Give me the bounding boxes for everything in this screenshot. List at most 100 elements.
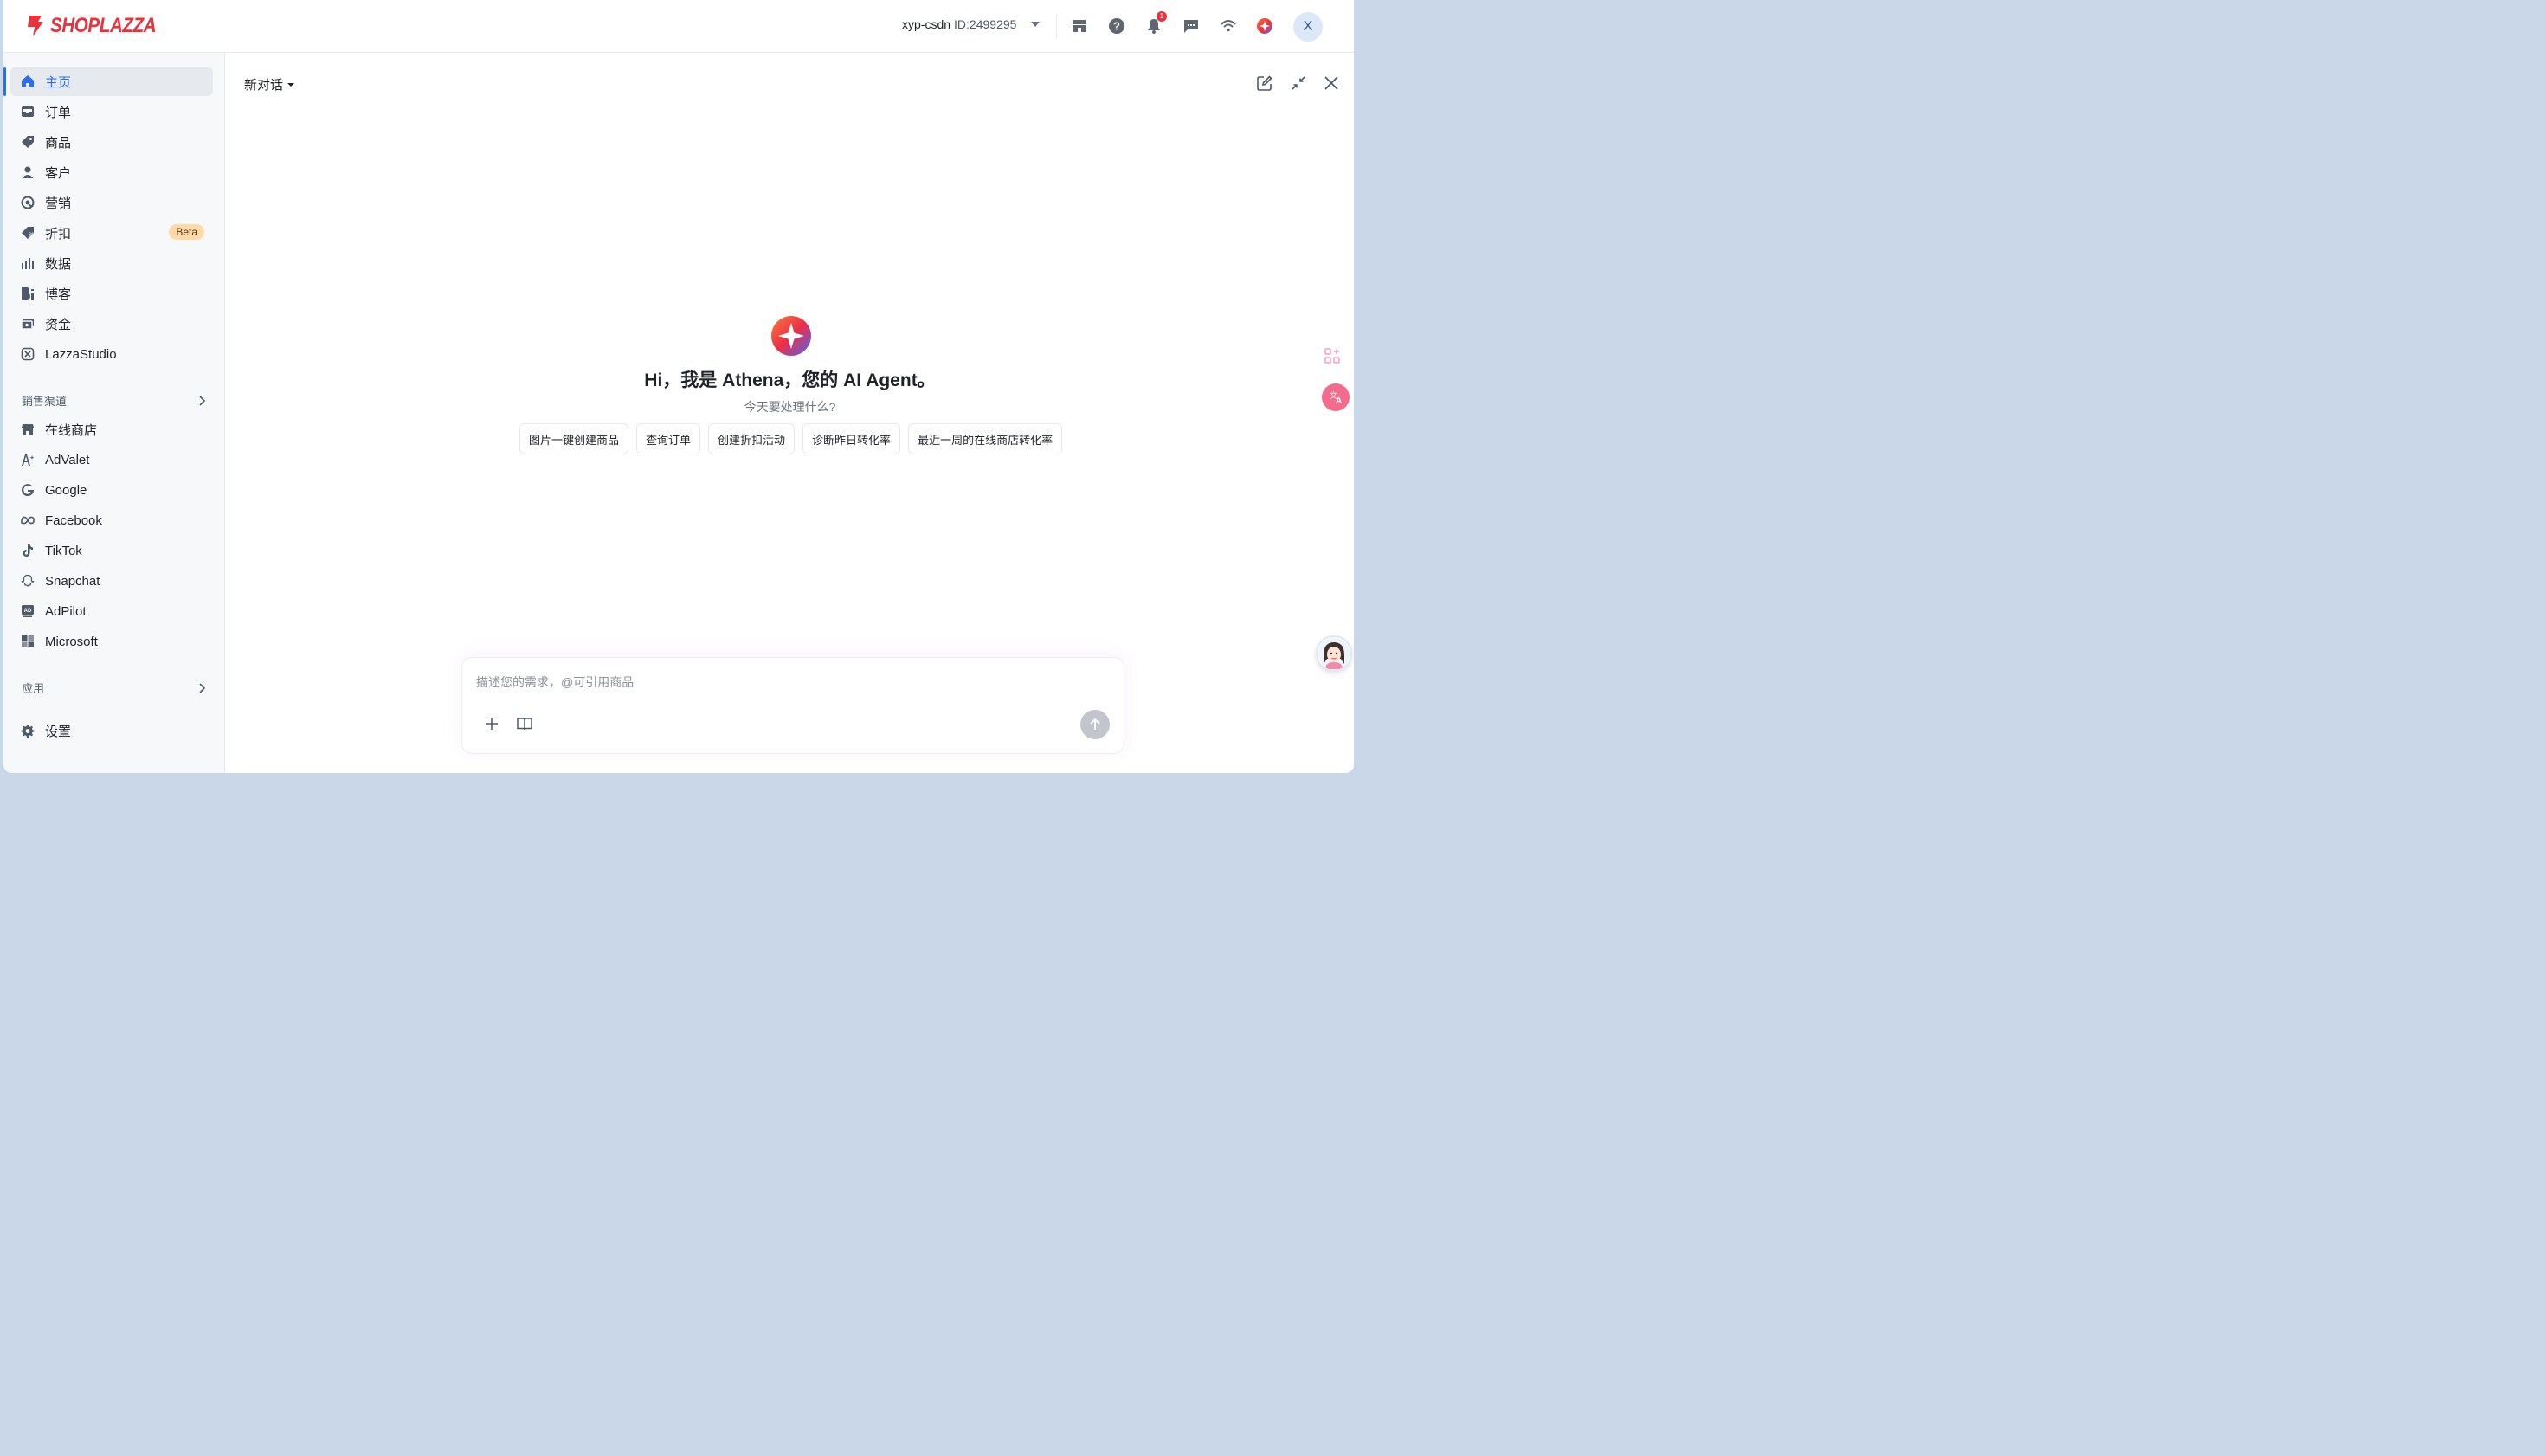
suggestion-chip[interactable]: 诊断昨日转化率 bbox=[802, 423, 901, 454]
athena-chat-panel: 新对话 Hi，我是 Athena，您的 AI Agent。 今天要处理什么? 图… bbox=[226, 53, 1354, 773]
sidebar-item-label: LazzaStudio bbox=[45, 346, 117, 362]
suggestion-chip[interactable]: 图片一键创建商品 bbox=[519, 423, 629, 454]
sidebar-item-customers[interactable]: 客户 bbox=[10, 158, 213, 187]
gear-icon bbox=[21, 724, 35, 738]
sidebar-item-label: Snapchat bbox=[45, 573, 100, 589]
suggestion-chip[interactable]: 创建折扣活动 bbox=[708, 423, 796, 454]
avatar-initial: X bbox=[1303, 19, 1313, 34]
sidebar-item-lazzastudio[interactable]: LazzaStudio bbox=[10, 339, 213, 369]
greeting-text: Hi，我是 Athena，您的 AI Agent。 bbox=[644, 370, 936, 390]
sidebar-item-online-store[interactable]: 在线商店 bbox=[10, 415, 213, 444]
wifi-icon[interactable] bbox=[1217, 15, 1240, 37]
microsoft-icon bbox=[21, 635, 35, 648]
sidebar-item-label: 折扣 bbox=[45, 226, 72, 242]
shoplazza-logo-icon bbox=[28, 16, 43, 36]
assistant-avatar[interactable] bbox=[1316, 635, 1352, 672]
notification-badge: 1 bbox=[1157, 11, 1167, 22]
sidebar-item-label: Microsoft bbox=[45, 634, 98, 649]
message-input[interactable] bbox=[476, 675, 1065, 689]
svg-text:A: A bbox=[1336, 396, 1342, 406]
suggestion-list: 图片一键创建商品 查询订单 创建折扣活动 诊断昨日转化率 最近一周的在线商店转化… bbox=[519, 423, 1063, 454]
sidebar-item-microsoft[interactable]: Microsoft bbox=[10, 627, 213, 656]
attach-plus-icon[interactable] bbox=[481, 713, 502, 734]
message-composer bbox=[461, 657, 1124, 754]
sidebar-item-orders[interactable]: 订单 bbox=[10, 97, 213, 126]
discount-tag-icon: % bbox=[21, 226, 35, 240]
tag-icon bbox=[21, 135, 35, 149]
athena-icon[interactable] bbox=[1253, 15, 1276, 37]
brand-logo[interactable]: SHOPLAZZA bbox=[24, 14, 173, 38]
sidebar-item-snapchat[interactable]: Snapchat bbox=[10, 566, 213, 596]
svg-text:AD: AD bbox=[24, 609, 32, 614]
google-icon bbox=[21, 483, 35, 497]
tiktok-icon bbox=[21, 544, 35, 557]
sidebar-item-label: 数据 bbox=[45, 256, 72, 272]
sidebar-item-label: 商品 bbox=[45, 135, 72, 151]
account-id: ID:2499295 bbox=[954, 17, 1017, 31]
sidebar-item-advalet[interactable]: AdValet bbox=[10, 445, 213, 474]
conversation-selector[interactable]: 新对话 bbox=[244, 75, 295, 93]
new-chat-icon[interactable] bbox=[1255, 74, 1274, 93]
send-button[interactable] bbox=[1080, 710, 1110, 739]
account-name: xyp-csdn bbox=[902, 17, 951, 31]
store-icon[interactable] bbox=[1068, 15, 1091, 37]
suggestion-chip[interactable]: 最近一周的在线商店转化率 bbox=[908, 423, 1063, 454]
suggestion-chip[interactable]: 查询订单 bbox=[636, 423, 701, 454]
sidebar-item-label: 设置 bbox=[45, 724, 72, 739]
caret-down-icon bbox=[287, 82, 295, 87]
account-switcher[interactable]: xyp-csdn ID:2499295 bbox=[902, 17, 1041, 31]
sidebar-item-products[interactable]: 商品 bbox=[10, 127, 213, 157]
sidebar-item-label: TikTok bbox=[45, 543, 82, 558]
translate-icon[interactable]: 文A bbox=[1322, 383, 1350, 411]
apps-grid-icon[interactable] bbox=[1318, 342, 1346, 370]
conversation-title: 新对话 bbox=[244, 78, 284, 93]
apps-header[interactable]: 应用 bbox=[22, 680, 207, 696]
chat-icon[interactable] bbox=[1180, 15, 1202, 37]
section-title: 销售渠道 bbox=[22, 395, 68, 408]
caret-down-icon bbox=[1031, 22, 1041, 27]
sidebar-item-label: AdPilot bbox=[45, 603, 87, 619]
book-icon[interactable] bbox=[514, 713, 535, 734]
meta-icon bbox=[21, 513, 35, 527]
sidebar-item-finance[interactable]: 资金 bbox=[10, 309, 213, 338]
sidebar-item-label: 博客 bbox=[45, 287, 72, 302]
sidebar-item-label: 客户 bbox=[45, 165, 72, 181]
minimize-icon[interactable] bbox=[1289, 74, 1308, 93]
sidebar-item-facebook[interactable]: Facebook bbox=[10, 506, 213, 535]
section-title: 应用 bbox=[22, 682, 45, 695]
beta-badge: Beta bbox=[169, 224, 204, 240]
brand-name: SHOPLAZZA bbox=[50, 14, 157, 37]
inbox-icon bbox=[21, 105, 35, 119]
sidebar-item-tiktok[interactable]: TikTok bbox=[10, 536, 213, 565]
athena-logo-icon bbox=[770, 315, 812, 357]
bell-icon[interactable]: 1 bbox=[1143, 11, 1167, 37]
advalet-icon bbox=[21, 453, 35, 467]
adpilot-icon: AD bbox=[21, 604, 35, 618]
sidebar-item-google[interactable]: Google bbox=[10, 475, 213, 505]
sidebar-item-label: 主页 bbox=[45, 74, 72, 90]
target-icon bbox=[21, 196, 35, 209]
sidebar-item-marketing[interactable]: 营销 bbox=[10, 188, 213, 217]
header-divider bbox=[1056, 14, 1057, 38]
sidebar-item-analytics[interactable]: 数据 bbox=[10, 248, 213, 278]
top-bar: SHOPLAZZA xyp-csdn ID:2499295 ? 1 X bbox=[3, 0, 1354, 53]
sidebar-item-home[interactable]: 主页 bbox=[10, 67, 213, 96]
bar-chart-icon bbox=[21, 256, 35, 270]
blog-icon bbox=[21, 287, 35, 300]
user-avatar[interactable]: X bbox=[1293, 12, 1323, 42]
sidebar-item-discounts[interactable]: % 折扣 Beta bbox=[10, 218, 213, 248]
sales-channels-header[interactable]: 销售渠道 bbox=[22, 392, 207, 409]
sidebar-item-adpilot[interactable]: AD AdPilot bbox=[10, 596, 213, 626]
sidebar-item-blog[interactable]: 博客 bbox=[10, 279, 213, 308]
help-icon[interactable]: ? bbox=[1105, 15, 1128, 37]
snapchat-icon bbox=[21, 574, 35, 588]
sidebar-item-label: 在线商店 bbox=[45, 422, 98, 438]
sidebar-item-settings[interactable]: 设置 bbox=[10, 716, 213, 745]
sidebar-item-label: Google bbox=[45, 482, 87, 498]
person-icon bbox=[21, 165, 35, 179]
chevron-right-icon bbox=[199, 395, 206, 406]
svg-text:?: ? bbox=[1113, 20, 1120, 33]
close-icon[interactable] bbox=[1322, 74, 1341, 93]
home-icon bbox=[21, 74, 35, 88]
sidebar-item-label: 资金 bbox=[45, 317, 72, 332]
